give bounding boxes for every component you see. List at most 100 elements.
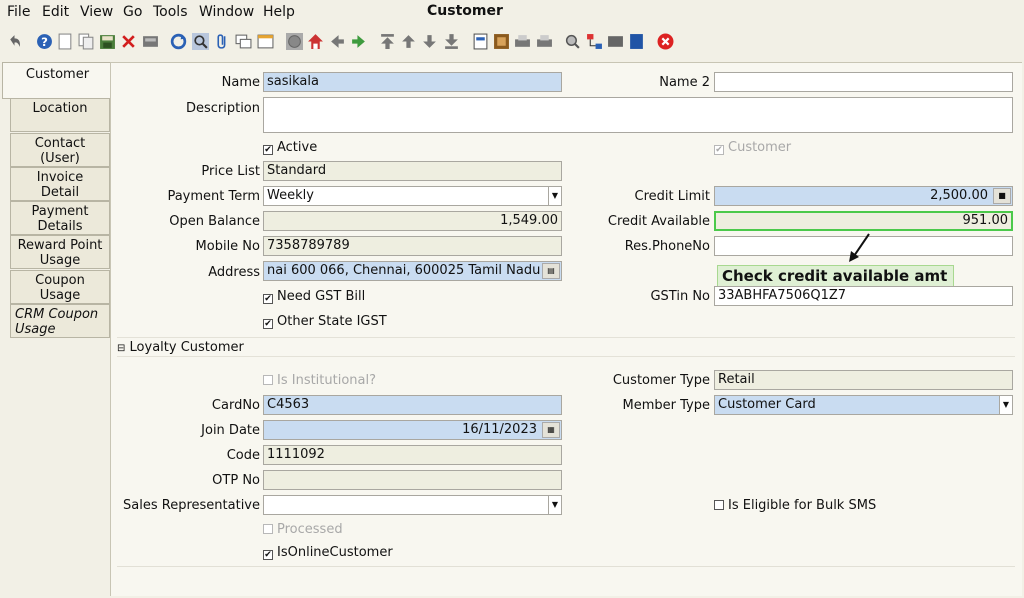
payment-term-select[interactable]: Weekly ▼: [263, 186, 562, 206]
tab-coupon-label: Coupon Usage: [35, 273, 85, 303]
forward-icon[interactable]: [350, 33, 367, 50]
other-state-label: Other State IGST: [277, 314, 387, 329]
collapse-icon[interactable]: ⊟: [117, 343, 125, 354]
cardno-field[interactable]: C4563: [263, 395, 562, 415]
back-icon[interactable]: [329, 33, 346, 50]
tab-invoice-label: Invoice Detail: [36, 170, 84, 200]
calendar-icon[interactable]: ▦: [542, 422, 560, 438]
copy-icon[interactable]: [78, 33, 95, 50]
zoom-icon[interactable]: [564, 33, 581, 50]
menu-file[interactable]: File: [7, 4, 30, 20]
mobile-label: Mobile No: [195, 239, 260, 254]
tab-coupon-usage[interactable]: Coupon Usage: [10, 270, 110, 304]
tab-crm-coupon-usage[interactable]: CRM Coupon Usage: [10, 304, 110, 338]
name2-field[interactable]: [714, 72, 1013, 92]
divider: [117, 566, 1015, 567]
tab-payment-details[interactable]: Payment Details: [10, 201, 110, 235]
payment-term-label: Payment Term: [167, 189, 260, 204]
code-label: Code: [226, 448, 260, 463]
customer-check-icon: ✔: [714, 145, 724, 155]
open-balance-field: 1,549.00: [263, 211, 562, 231]
processed-check-icon: [263, 524, 273, 534]
processed-label: Processed: [277, 522, 343, 537]
menu-edit[interactable]: Edit: [42, 4, 69, 20]
credit-limit-field[interactable]: 2,500.00 ■: [714, 186, 1013, 206]
last-record-icon[interactable]: [443, 33, 460, 50]
process-icon[interactable]: [607, 33, 624, 50]
menu-bar: File Edit View Go Tools Window Help Cust…: [0, 0, 1024, 24]
annotation-callout: Check credit available amt: [717, 265, 954, 288]
tab-location[interactable]: Location: [10, 98, 110, 132]
chat-icon[interactable]: [235, 33, 252, 50]
home-icon[interactable]: [307, 33, 324, 50]
bulk-sms-checkbox[interactable]: Is Eligible for Bulk SMS: [714, 498, 876, 513]
join-date-field[interactable]: 16/11/2023 ▦: [263, 420, 562, 440]
name2-label: Name 2: [659, 75, 710, 90]
loyalty-section-label: Loyalty Customer: [129, 340, 244, 355]
print2-icon[interactable]: [536, 33, 553, 50]
archive-icon[interactable]: [493, 33, 510, 50]
help-icon[interactable]: ?: [36, 33, 53, 50]
chevron-down-icon[interactable]: ▼: [548, 187, 561, 205]
menu-view[interactable]: View: [80, 4, 113, 20]
menu-window[interactable]: Window: [199, 4, 254, 20]
chevron-down-icon[interactable]: ▼: [548, 496, 561, 514]
refresh-icon[interactable]: [170, 33, 187, 50]
bulk-sms-check-icon: [714, 500, 724, 510]
first-record-icon[interactable]: [379, 33, 396, 50]
grid-toggle-icon[interactable]: [257, 33, 274, 50]
undo-icon[interactable]: [6, 33, 23, 50]
customer-type-label: Customer Type: [612, 373, 710, 388]
delete-icon[interactable]: [120, 33, 137, 50]
tab-contact-label: Contact (User): [34, 136, 86, 166]
tab-reward-label: Reward Point Usage: [17, 238, 103, 268]
loyalty-section-header[interactable]: ⊟ Loyalty Customer: [117, 337, 1015, 357]
active-checkbox[interactable]: ✔ Active: [263, 140, 317, 155]
menu-go[interactable]: Go: [123, 4, 142, 20]
menu-tools[interactable]: Tools: [153, 4, 188, 20]
previous-record-icon[interactable]: [400, 33, 417, 50]
mobile-field[interactable]: 7358789789: [263, 236, 562, 256]
exit-icon[interactable]: [657, 33, 674, 50]
other-state-igst-checkbox[interactable]: ✔ Other State IGST: [263, 314, 387, 329]
form-panel: [110, 62, 1022, 596]
location-lookup-icon[interactable]: ▤: [542, 263, 560, 279]
print-icon[interactable]: [514, 33, 531, 50]
tab-customer[interactable]: Customer: [2, 62, 112, 99]
name-field[interactable]: sasikala: [263, 72, 562, 92]
otp-label: OTP No: [212, 473, 260, 488]
tab-contact-user[interactable]: Contact (User): [10, 133, 110, 167]
calculator-icon[interactable]: ■: [993, 188, 1011, 204]
tab-invoice-detail[interactable]: Invoice Detail: [10, 167, 110, 201]
find-icon[interactable]: [192, 33, 209, 50]
chevron-down-icon[interactable]: ▼: [999, 396, 1012, 414]
is-online-customer-checkbox[interactable]: ✔ IsOnlineCustomer: [263, 545, 393, 560]
address-field[interactable]: nai 600 066, Chennai, 600025 Tamil Nadu …: [263, 261, 562, 281]
customer-checkbox: ✔ Customer: [714, 140, 791, 155]
tab-customer-label: Customer: [25, 67, 90, 82]
tab-reward-point-usage[interactable]: Reward Point Usage: [10, 235, 110, 269]
member-type-select[interactable]: Customer Card ▼: [714, 395, 1013, 415]
save-icon[interactable]: [99, 33, 116, 50]
history-icon[interactable]: [286, 33, 303, 50]
credit-limit-label: Credit Limit: [634, 189, 710, 204]
annotation-arrow-icon: [849, 233, 870, 262]
need-gst-checkbox[interactable]: ✔ Need GST Bill: [263, 289, 365, 304]
customer-type-field: Retail: [714, 370, 1013, 390]
gstin-field[interactable]: 33ABHFA7506Q1Z7: [714, 286, 1013, 306]
tab-crm-label: CRM Coupon Usage: [15, 307, 99, 337]
new-icon[interactable]: [57, 33, 74, 50]
toolbar: ?: [0, 28, 1024, 58]
workflow-icon[interactable]: [586, 33, 603, 50]
next-record-icon[interactable]: [421, 33, 438, 50]
attachment-icon[interactable]: [214, 33, 231, 50]
product-info-icon[interactable]: [628, 33, 645, 50]
description-field[interactable]: [263, 97, 1013, 133]
code-field: 1111092: [263, 445, 562, 465]
menu-help[interactable]: Help: [263, 4, 295, 20]
need-gst-label: Need GST Bill: [277, 289, 366, 304]
print-preview-icon[interactable]: [142, 33, 159, 50]
report-icon[interactable]: [472, 33, 489, 50]
sales-rep-select[interactable]: ▼: [263, 495, 562, 515]
join-date-label: Join Date: [201, 423, 260, 438]
